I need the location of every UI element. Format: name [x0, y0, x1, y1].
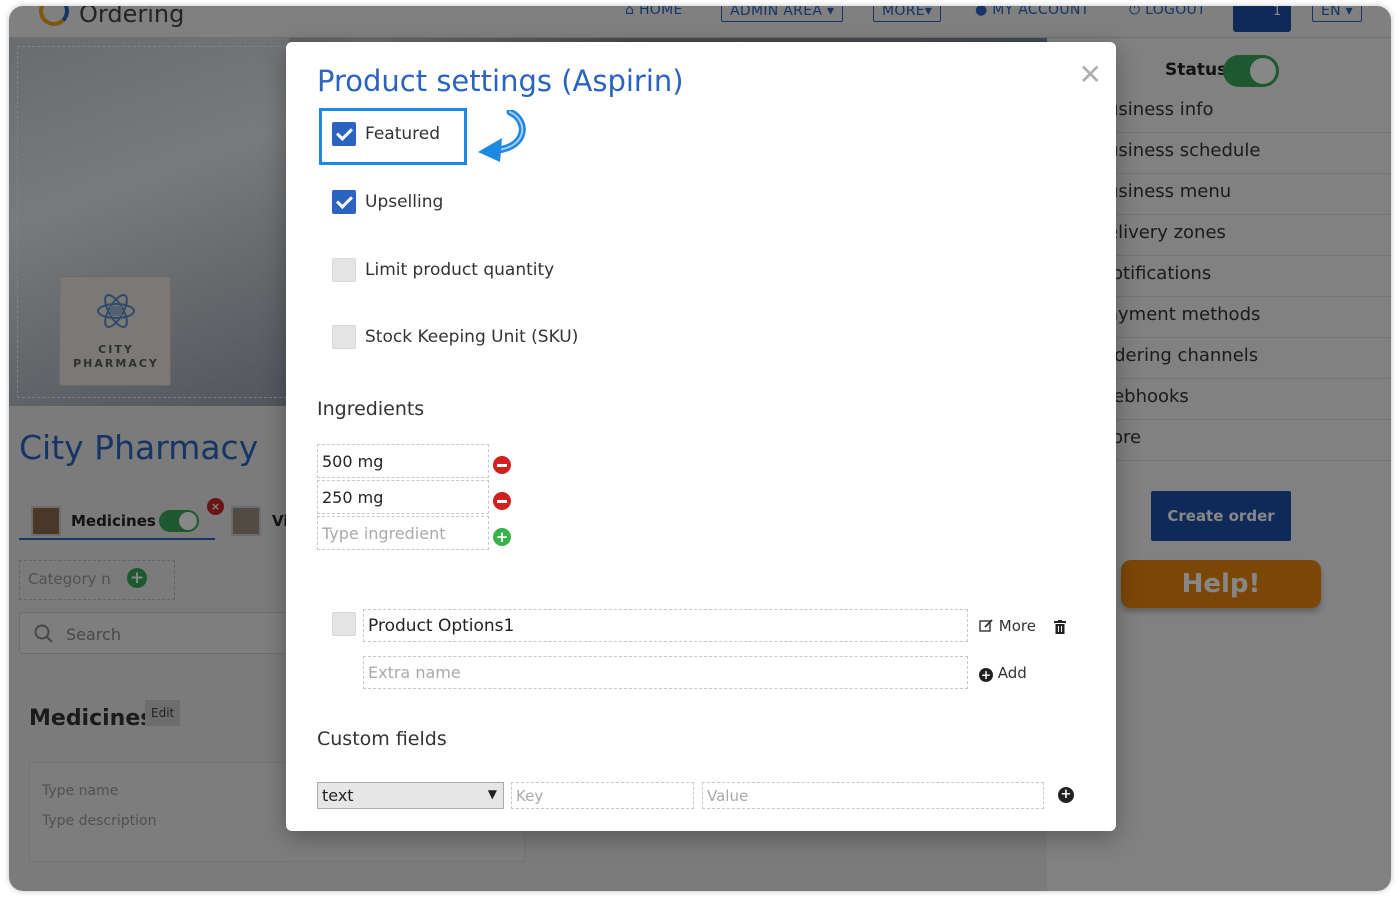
add-extra-link[interactable]: + Add [979, 664, 1027, 682]
ingredients-heading: Ingredients [317, 398, 425, 420]
ingredient-input[interactable]: 250 mg [317, 480, 489, 514]
product-option-checkbox[interactable] [332, 612, 356, 636]
custom-field-value-input[interactable]: Value [702, 782, 1044, 809]
new-ingredient-input[interactable]: Type ingredient [317, 516, 489, 550]
chevron-down-icon: ▼ [487, 787, 497, 801]
more-option-label: More [998, 617, 1036, 635]
sku-label: Stock Keeping Unit (SKU) [365, 327, 579, 347]
pointer-arrow-icon [478, 110, 526, 162]
add-extra-label: Add [997, 664, 1027, 682]
remove-ingredient-icon[interactable] [493, 456, 511, 474]
featured-checkbox[interactable] [332, 122, 356, 146]
sku-checkbox[interactable] [332, 325, 356, 349]
delete-option-icon[interactable] [1054, 620, 1066, 634]
app-window: Ordering ⌂ HOME ADMIN AREA ▾ MORE▾ ● MY … [9, 6, 1391, 891]
custom-field-key-input[interactable]: Key [511, 782, 694, 809]
add-custom-field-icon[interactable]: + [1058, 787, 1074, 803]
add-icon: + [979, 668, 993, 682]
more-option-link[interactable]: More [979, 617, 1036, 635]
modal-title: Product settings (Aspirin) [317, 64, 684, 98]
product-settings-modal: Product settings (Aspirin) ✕ Featured Up… [286, 42, 1116, 831]
extra-name-input[interactable]: Extra name [363, 656, 968, 689]
close-icon[interactable]: ✕ [1079, 58, 1102, 91]
limit-quantity-checkbox[interactable] [332, 258, 356, 282]
ingredient-input[interactable]: 500 mg [317, 444, 489, 478]
limit-quantity-label: Limit product quantity [365, 260, 555, 280]
upselling-label: Upselling [365, 192, 444, 212]
remove-ingredient-icon[interactable] [493, 492, 511, 510]
add-ingredient-icon[interactable]: + [493, 528, 511, 546]
edit-icon [979, 619, 993, 632]
custom-fields-heading: Custom fields [317, 728, 447, 750]
upselling-checkbox[interactable] [332, 190, 356, 214]
custom-field-type-value: text [322, 786, 354, 805]
product-option-name-input[interactable]: Product Options1 [363, 609, 968, 642]
featured-label: Featured [365, 124, 441, 144]
custom-field-type-select[interactable]: text ▼ [317, 782, 504, 809]
